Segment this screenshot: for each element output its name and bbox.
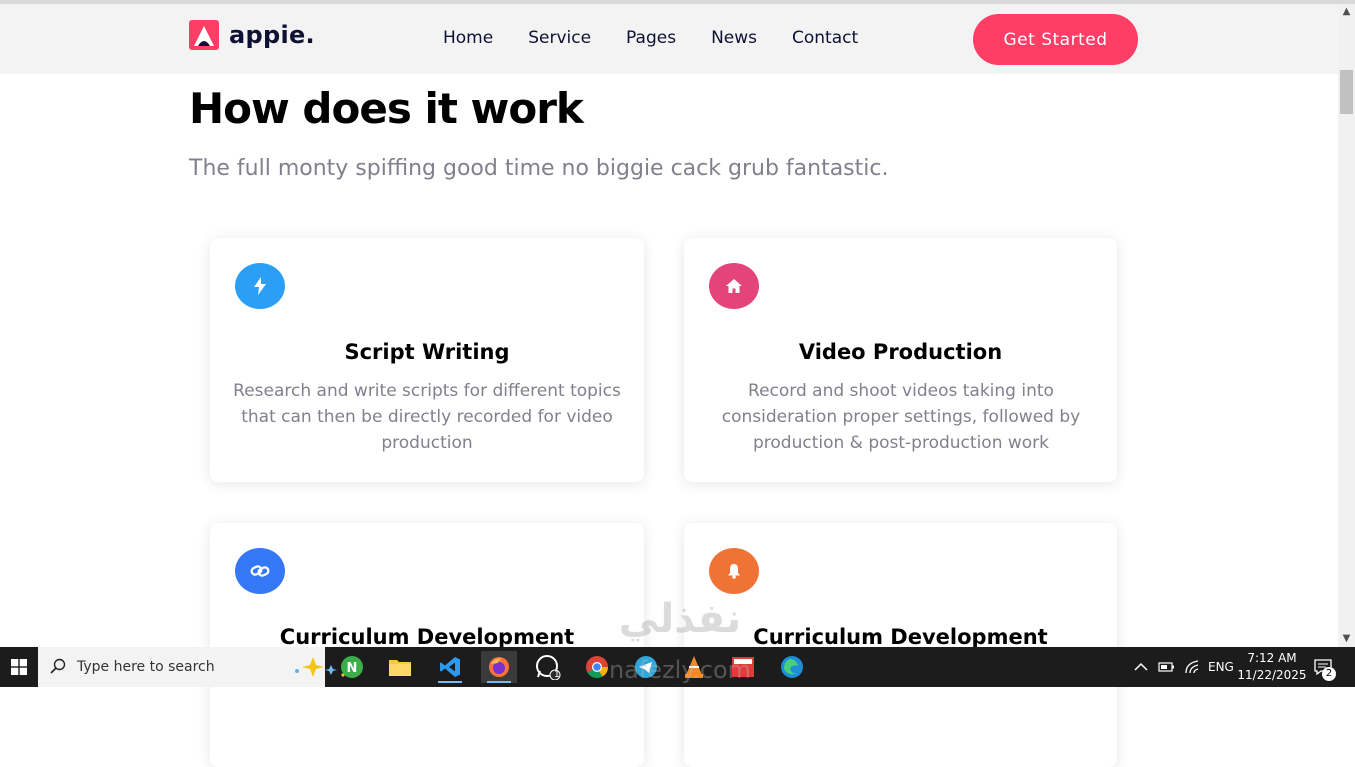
- search-placeholder: Type here to search: [77, 659, 215, 675]
- section-subtitle: The full monty spiffing good time no big…: [189, 156, 889, 181]
- active-indicator: [438, 681, 462, 683]
- page-scrollbar[interactable]: ▲ ▼: [1338, 4, 1355, 647]
- card-title: Curriculum Development: [279, 625, 575, 649]
- logo-mark-icon: [189, 20, 219, 50]
- nav-home[interactable]: Home: [443, 28, 493, 48]
- service-card-script-writing[interactable]: Script Writing Research and write script…: [210, 238, 644, 482]
- service-card-curriculum-development[interactable]: Curriculum Development: [210, 523, 644, 767]
- card-text: Research and write scripts for different…: [233, 381, 621, 453]
- section-title: How does it work: [189, 84, 584, 133]
- logo[interactable]: appie.: [189, 20, 315, 50]
- notification-count: 2: [1322, 667, 1336, 681]
- get-started-button[interactable]: Get Started: [973, 14, 1138, 65]
- bell-icon: [709, 548, 759, 594]
- nav-contact[interactable]: Contact: [792, 28, 858, 48]
- file-explorer-icon[interactable]: [382, 651, 418, 683]
- vscode-icon[interactable]: [432, 651, 468, 683]
- nav-pages[interactable]: Pages: [626, 28, 676, 48]
- whatsapp-icon[interactable]: 1: [530, 651, 566, 683]
- service-card-curriculum-development-2[interactable]: Curriculum Development: [684, 523, 1117, 767]
- scroll-up-arrow-icon[interactable]: ▲: [1338, 4, 1355, 20]
- card-title: Curriculum Development: [753, 625, 1048, 649]
- clock-date: 11/22/2025: [1237, 668, 1307, 682]
- service-card-video-production[interactable]: Video Production Record and shoot videos…: [684, 238, 1117, 482]
- link-icon: [235, 548, 285, 594]
- taskbar-app-n-icon[interactable]: N: [334, 651, 370, 683]
- card-title: Video Production: [798, 340, 1003, 364]
- telegram-icon[interactable]: [628, 651, 664, 683]
- firefox-icon[interactable]: [481, 651, 517, 683]
- edge-icon[interactable]: [774, 651, 810, 683]
- logo-text: appie.: [229, 21, 315, 49]
- clock[interactable]: 7:12 AM 11/22/2025: [1236, 650, 1308, 684]
- scroll-down-arrow-icon[interactable]: ▼: [1338, 631, 1355, 647]
- card-text: Record and shoot videos taking into cons…: [721, 381, 1081, 453]
- wifi-icon[interactable]: [1184, 647, 1200, 687]
- chrome-icon[interactable]: [579, 651, 615, 683]
- search-icon: [50, 658, 66, 678]
- windows-taskbar: Type here to search N 1 ENG 7:12 AM 11/2…: [0, 647, 1355, 687]
- lightning-bolt-icon: [235, 263, 285, 309]
- scroll-thumb[interactable]: [1340, 70, 1353, 114]
- language-indicator[interactable]: ENG: [1208, 647, 1234, 687]
- show-hidden-icons-icon[interactable]: [1134, 647, 1148, 687]
- svg-text:N: N: [347, 661, 358, 676]
- clock-time: 7:12 AM: [1247, 651, 1297, 665]
- vlc-icon[interactable]: [676, 651, 712, 683]
- nav-news[interactable]: News: [711, 28, 757, 48]
- site-header: appie. Home Service Pages News Contact G…: [0, 4, 1338, 74]
- pdf-app-icon[interactable]: [725, 651, 761, 683]
- whatsapp-badge: 1: [554, 670, 560, 680]
- card-title: Script Writing: [344, 340, 510, 364]
- main-nav: Home Service Pages News Contact: [443, 28, 893, 48]
- home-icon: [709, 263, 759, 309]
- nav-service[interactable]: Service: [528, 28, 591, 48]
- battery-icon[interactable]: [1158, 647, 1176, 687]
- windows-start-icon[interactable]: [0, 647, 38, 687]
- active-indicator: [487, 681, 511, 683]
- taskbar-search[interactable]: Type here to search: [38, 647, 345, 687]
